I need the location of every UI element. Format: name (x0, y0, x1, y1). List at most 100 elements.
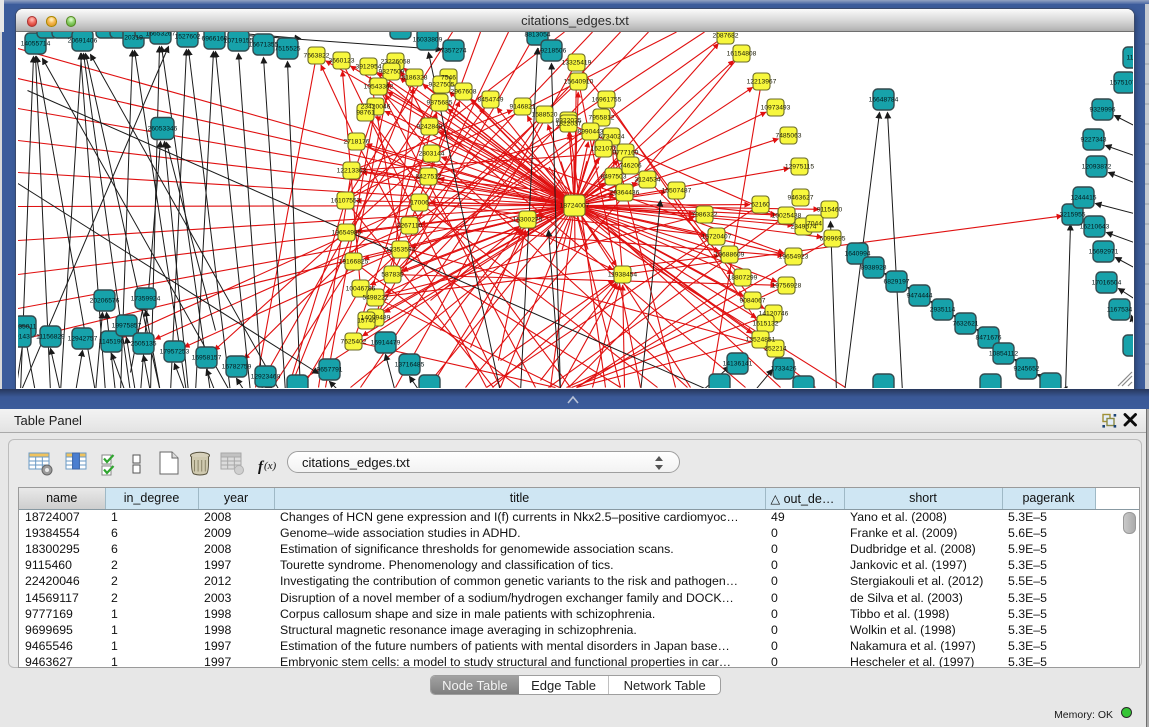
svg-text:3124534: 3124534 (634, 176, 660, 183)
svg-text:7663822: 7663822 (303, 52, 329, 59)
svg-text:587835: 587835 (381, 271, 404, 278)
svg-text:1588520: 1588520 (531, 111, 557, 118)
svg-text:11156829: 11156829 (36, 333, 65, 340)
svg-text:15720407: 15720407 (701, 233, 731, 240)
svg-text:12213363: 12213363 (336, 167, 366, 174)
svg-text:9777169: 9777169 (612, 149, 638, 156)
svg-text:(x): (x) (264, 460, 277, 472)
svg-text:19218506: 19218506 (536, 47, 566, 54)
svg-text:16648784: 16648784 (868, 96, 898, 103)
svg-text:7632621: 7632621 (952, 320, 978, 327)
svg-text:1167534: 1167534 (1106, 306, 1132, 313)
svg-text:15640910: 15640910 (563, 78, 593, 85)
svg-text:7044: 7044 (807, 220, 822, 227)
svg-text:10854112: 10854112 (988, 350, 1018, 357)
svg-text:6734024: 6734024 (598, 133, 624, 140)
svg-text:12942757: 12942757 (67, 335, 97, 342)
svg-text:16782759: 16782759 (221, 363, 251, 370)
svg-text:3660123: 3660123 (328, 57, 354, 64)
svg-text:9329996: 9329996 (1089, 106, 1115, 113)
svg-text:9115460: 9115460 (816, 206, 842, 213)
svg-text:39143: 39143 (18, 333, 30, 340)
svg-text:16961755: 16961755 (591, 96, 621, 103)
svg-text:1527602: 1527602 (174, 33, 200, 40)
svg-text:7986322: 7986322 (691, 211, 717, 218)
svg-text:2718176: 2718176 (343, 138, 369, 145)
svg-text:7955812: 7955812 (588, 114, 614, 121)
svg-text:9463627: 9463627 (787, 194, 813, 201)
svg-text:18807299: 18807299 (727, 274, 757, 281)
svg-text:746206: 746206 (619, 162, 642, 169)
svg-text:7357274: 7357274 (440, 47, 466, 54)
svg-text:16107553: 16107553 (330, 197, 360, 204)
svg-text:20691406: 20691406 (67, 37, 97, 44)
svg-text:13716485: 13716485 (394, 361, 424, 368)
svg-text:16958157: 16958157 (191, 354, 221, 361)
svg-text:7515525: 7515525 (274, 45, 300, 52)
svg-text:12353594: 12353594 (385, 246, 415, 253)
svg-text:1117: 1117 (1126, 54, 1133, 61)
svg-text:10046786: 10046786 (345, 285, 375, 292)
svg-text:2967608: 2967608 (450, 88, 476, 95)
svg-text:9084067: 9084067 (739, 297, 765, 304)
svg-text:7546: 7546 (441, 74, 456, 81)
svg-text:6829197: 6829197 (883, 278, 909, 285)
svg-text:10688609: 10688609 (714, 251, 744, 258)
svg-text:12975115: 12975115 (784, 163, 814, 170)
svg-text:15751074: 15751074 (1109, 79, 1133, 86)
svg-text:14055714: 14055714 (20, 40, 50, 47)
svg-text:435011: 435011 (18, 323, 37, 330)
svg-text:2087682: 2087682 (712, 32, 738, 39)
svg-text:15300275: 15300275 (512, 216, 542, 223)
svg-text:1145190: 1145190 (98, 338, 124, 345)
svg-text:13524851: 13524851 (745, 336, 775, 343)
svg-text:19756928: 19756928 (771, 282, 801, 289)
svg-text:3267110: 3267110 (396, 222, 422, 229)
svg-text:6497503: 6497503 (600, 173, 626, 180)
svg-text:9245652: 9245652 (1013, 365, 1039, 372)
svg-text:17957253: 17957253 (159, 348, 189, 355)
svg-text:23226058: 23226058 (380, 58, 410, 65)
svg-text:16210643: 16210643 (1079, 223, 1109, 230)
svg-text:1822037: 1822037 (555, 120, 581, 127)
svg-text:14136141: 14136141 (722, 360, 752, 367)
svg-text:19166825: 19166825 (338, 258, 368, 265)
svg-text:5498222: 5498222 (362, 294, 388, 301)
svg-text:16154808: 16154808 (726, 50, 756, 57)
svg-text:9146821: 9146821 (509, 103, 535, 110)
svg-text:98761: 98761 (356, 109, 375, 116)
svg-text:1615132: 1615132 (752, 320, 778, 327)
svg-text:62160: 62160 (751, 201, 770, 208)
svg-text:12213967: 12213967 (746, 78, 776, 85)
svg-text:1733426: 1733426 (770, 365, 796, 372)
svg-text:16914479: 16914479 (370, 339, 400, 346)
svg-text:13325419: 13325419 (561, 59, 591, 66)
svg-text:2505135: 2505135 (130, 340, 156, 347)
svg-text:11938454: 11938454 (607, 271, 637, 278)
svg-text:9875685: 9875685 (426, 99, 452, 106)
svg-text:10973493: 10973493 (760, 104, 790, 111)
svg-text:8427512: 8427512 (415, 173, 441, 180)
svg-text:12923468: 12923468 (250, 373, 280, 380)
svg-text:20206576: 20206576 (89, 297, 119, 304)
svg-text:9327505: 9327505 (428, 81, 454, 88)
svg-text:17359924: 17359924 (130, 295, 160, 302)
svg-text:16653267: 16653267 (145, 32, 175, 38)
svg-text:8938928: 8938928 (860, 264, 886, 271)
svg-text:15692971: 15692971 (1088, 248, 1118, 255)
svg-text:19654985: 19654985 (331, 229, 361, 236)
svg-text:12093872: 12093872 (1081, 163, 1111, 170)
svg-text:6099695: 6099695 (819, 235, 845, 242)
svg-text:15740: 15740 (357, 317, 376, 324)
svg-text:14120746: 14120746 (758, 310, 788, 317)
svg-text:9242848: 9242848 (416, 123, 442, 130)
svg-text:8454749: 8454749 (477, 96, 503, 103)
svg-text:7625402: 7625402 (340, 338, 366, 345)
svg-text:17006: 17006 (410, 199, 429, 206)
svg-text:8471676: 8471676 (975, 334, 1001, 341)
svg-text:9474444: 9474444 (906, 292, 932, 299)
svg-text:7485063: 7485063 (775, 132, 801, 139)
svg-text:10025438: 10025438 (771, 212, 801, 219)
svg-text:9227343: 9227343 (1080, 136, 1106, 143)
svg-text:19975857: 19975857 (111, 322, 141, 329)
